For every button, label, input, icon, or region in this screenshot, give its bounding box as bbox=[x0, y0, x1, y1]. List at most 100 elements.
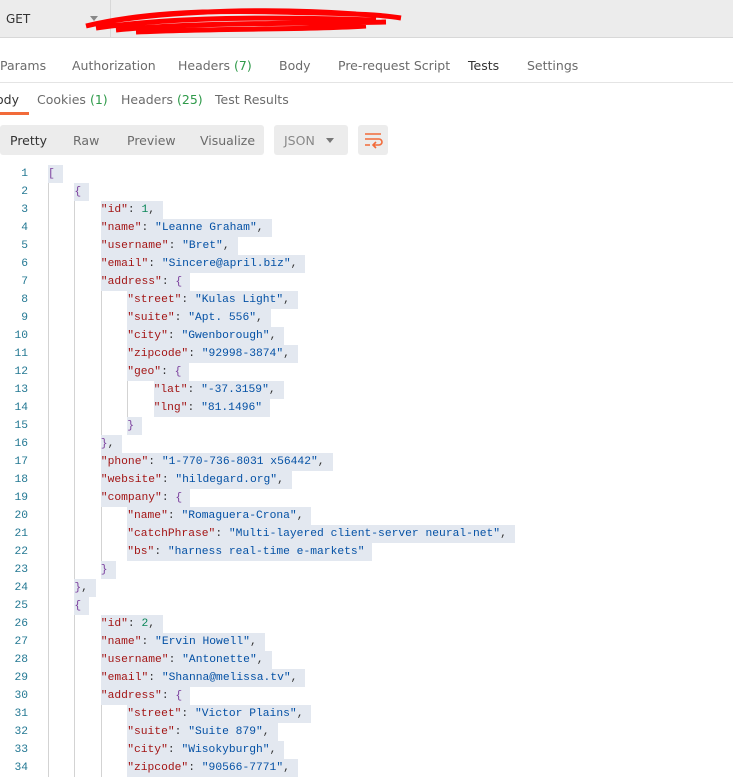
indent-guide bbox=[74, 705, 76, 723]
code-line: 27 "name": "Ervin Howell", bbox=[0, 633, 733, 651]
tab-params[interactable]: Params bbox=[0, 58, 46, 73]
line-number: 5 bbox=[21, 240, 28, 252]
line-number: 9 bbox=[21, 312, 28, 324]
indent-guide bbox=[48, 651, 49, 669]
code-text: "address": { bbox=[100, 687, 191, 705]
code-text: "company": { bbox=[100, 489, 191, 507]
indent-guide bbox=[48, 705, 49, 723]
code-text: { bbox=[74, 183, 90, 201]
code-line: 25 { bbox=[0, 597, 733, 615]
line-number: 29 bbox=[14, 672, 28, 684]
line-number: 33 bbox=[14, 744, 28, 756]
indent-guide bbox=[48, 489, 49, 507]
code-text: }, bbox=[74, 579, 96, 597]
line-number: 18 bbox=[14, 474, 28, 486]
line-number: 31 bbox=[14, 708, 28, 720]
indent-guide bbox=[74, 399, 76, 417]
code-line: 10 "city": "Gwenborough", bbox=[0, 327, 733, 345]
code-line: 31 "street": "Victor Plains", bbox=[0, 705, 733, 723]
code-text: "street": "Victor Plains", bbox=[127, 705, 312, 723]
code-text: "address": { bbox=[100, 273, 191, 291]
code-text: "bs": "harness real-time e-markets" bbox=[127, 543, 373, 561]
tab-body[interactable]: Body bbox=[279, 58, 311, 73]
indent-guide bbox=[48, 327, 49, 345]
response-tab-cookies[interactable]: Cookies (1) bbox=[37, 92, 108, 107]
line-number: 19 bbox=[14, 492, 28, 504]
code-line: 17 "phone": "1-770-736-8031 x56442", bbox=[0, 453, 733, 471]
indent-guide bbox=[100, 309, 102, 327]
code-text: "zipcode": "92998-3874", bbox=[127, 345, 298, 363]
code-text: "zipcode": "90566-7771", bbox=[127, 759, 298, 777]
line-number: 23 bbox=[14, 564, 28, 576]
indent-guide bbox=[48, 399, 49, 417]
tab-label: Body bbox=[279, 58, 311, 73]
indent-guide bbox=[74, 489, 76, 507]
indent-guide bbox=[48, 633, 49, 651]
indent-guide bbox=[74, 561, 76, 579]
tab-label: Pre-request Script bbox=[338, 58, 451, 73]
code-line: 15} bbox=[0, 417, 733, 435]
tab-headers[interactable]: Headers (7) bbox=[178, 58, 252, 73]
code-text: "username": "Antonette", bbox=[100, 651, 272, 669]
code-line: 19 "company": { bbox=[0, 489, 733, 507]
tab-tests[interactable]: Tests bbox=[468, 58, 499, 73]
indent-guide bbox=[48, 561, 49, 579]
indent-guide bbox=[48, 183, 49, 201]
indent-guide bbox=[48, 237, 49, 255]
indent-guide bbox=[74, 633, 76, 651]
line-number: 32 bbox=[14, 726, 28, 738]
line-number: 21 bbox=[14, 528, 28, 540]
indent-guide bbox=[48, 507, 49, 525]
indent-guide bbox=[48, 381, 49, 399]
line-number: 17 bbox=[14, 456, 28, 468]
indent-guide bbox=[74, 363, 76, 381]
visualize-button[interactable]: Visualize bbox=[200, 133, 255, 148]
view-mode-group: Pretty Raw Preview Visualize bbox=[0, 125, 264, 155]
indent-guide bbox=[74, 525, 76, 543]
code-text: "catchPhrase": "Multi-layered client-ser… bbox=[127, 525, 515, 543]
code-text: "email": "Sincere@april.biz", bbox=[100, 255, 306, 273]
code-line: 33 "city": "Wisokyburgh", bbox=[0, 741, 733, 759]
tab-label: ody bbox=[0, 92, 19, 107]
response-body-editor[interactable]: 1[2{3 "id": 1, 4 "name": "Leanne Graham", 5 "… bbox=[0, 165, 733, 777]
indent-guide bbox=[48, 687, 49, 705]
chevron-down-icon bbox=[326, 138, 334, 143]
indent-guide bbox=[48, 759, 49, 777]
code-text: "email": "Shanna@melissa.tv", bbox=[100, 669, 306, 687]
indent-guide bbox=[48, 615, 49, 633]
code-line: 26 "id": 2, bbox=[0, 615, 733, 633]
indent-guide bbox=[74, 759, 76, 777]
code-line: 23} bbox=[0, 561, 733, 579]
code-text: "street": "Kulas Light", bbox=[127, 291, 298, 309]
method-select[interactable]: GET bbox=[6, 12, 30, 26]
code-line: 11 "zipcode": "92998-3874", bbox=[0, 345, 733, 363]
tab-pre-request-script[interactable]: Pre-request Script bbox=[338, 58, 450, 73]
indent-guide bbox=[48, 525, 49, 543]
response-tab-ody[interactable]: ody bbox=[0, 92, 19, 107]
tab-settings[interactable]: Settings bbox=[527, 58, 578, 73]
response-tab-test-results[interactable]: Test Results bbox=[215, 92, 289, 107]
preview-button[interactable]: Preview bbox=[127, 133, 176, 148]
indent-guide bbox=[100, 525, 102, 543]
wrap-lines-button[interactable] bbox=[358, 125, 388, 155]
tab-label: Headers bbox=[178, 58, 231, 73]
response-tab-headers[interactable]: Headers (25) bbox=[121, 92, 203, 107]
code-text: } bbox=[127, 417, 142, 435]
tab-label: Cookies bbox=[37, 92, 86, 107]
tab-label: Params bbox=[0, 58, 47, 73]
indent-guide bbox=[100, 363, 102, 381]
code-line: 14 "lng": "81.1496" bbox=[0, 399, 733, 417]
code-line: 6 "email": "Sincere@april.biz", bbox=[0, 255, 733, 273]
code-text: "lng": "81.1496" bbox=[153, 399, 271, 417]
indent-guide bbox=[74, 273, 76, 291]
line-number: 27 bbox=[14, 636, 28, 648]
indent-guide bbox=[74, 615, 76, 633]
pretty-button[interactable]: Pretty bbox=[10, 133, 47, 148]
format-select[interactable]: JSON bbox=[274, 125, 348, 155]
tab-label: Tests bbox=[468, 58, 500, 73]
code-line: 34 "zipcode": "90566-7771", bbox=[0, 759, 733, 777]
tab-authorization[interactable]: Authorization bbox=[72, 58, 156, 73]
raw-button[interactable]: Raw bbox=[73, 133, 99, 148]
indent-guide bbox=[100, 741, 102, 759]
indent-guide bbox=[74, 201, 76, 219]
